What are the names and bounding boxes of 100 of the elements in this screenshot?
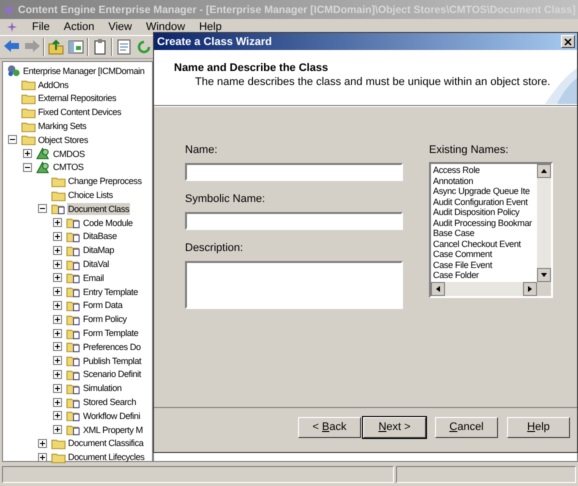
list-item[interactable]: Access Role <box>433 165 537 176</box>
tree-item[interactable]: AddOns <box>37 78 70 91</box>
scroll-up-icon[interactable] <box>537 164 551 178</box>
expand-icon[interactable] <box>53 328 62 338</box>
wizard-button[interactable]: Cancel <box>435 416 498 438</box>
list-item[interactable]: Audit Disposition Policy <box>433 207 537 218</box>
list-item[interactable]: Audit Configuration Event <box>433 196 537 207</box>
tree-item[interactable]: DitaVal <box>82 258 110 270</box>
tree-item[interactable]: DitaBase <box>82 230 118 242</box>
list-item[interactable]: Case Folder <box>433 270 537 280</box>
field-label: Name: <box>185 144 218 156</box>
expand-icon[interactable] <box>23 149 32 158</box>
view-pane-button[interactable] <box>67 38 85 56</box>
tree-item[interactable]: CMDOS <box>52 148 86 160</box>
wizard-button[interactable]: < Back <box>298 416 361 438</box>
names-listbox[interactable]: Access Role Annotation Async Upgrade Queue Ite Audit Configuration Event Audit Disposition Policy Audit Processing Bookmar Base Case Cancel Checkout Event Case Comment Case File Event Case Folder <box>429 162 553 298</box>
tree-item[interactable]: Choice Lists <box>67 189 114 202</box>
vertical-scrollbar[interactable] <box>537 164 551 282</box>
menu-item[interactable]: File <box>32 21 50 33</box>
expand-icon[interactable] <box>53 356 62 366</box>
menu-item[interactable]: Window <box>146 21 186 33</box>
tree-item[interactable]: Form Template <box>82 327 140 340</box>
tree-item[interactable]: Object Stores <box>37 134 89 146</box>
expand-icon[interactable] <box>53 398 62 407</box>
app-menu-icon[interactable] <box>6 21 18 33</box>
menu-item[interactable]: Help <box>199 21 222 33</box>
wizard-button[interactable]: Help <box>507 416 570 438</box>
tree-item[interactable]: Document Lifecycles <box>67 451 146 464</box>
tree-item[interactable]: CMTOS <box>52 161 85 174</box>
tree-item[interactable]: Fixed Content Devices <box>37 106 122 118</box>
tree-item[interactable]: Marking Sets <box>37 120 88 132</box>
tree-item[interactable]: DitaMap <box>82 244 116 256</box>
tree-item[interactable]: Simulation <box>82 382 123 394</box>
list-item[interactable]: Async Upgrade Queue Ite <box>433 186 537 196</box>
scroll-left-icon[interactable] <box>431 282 445 296</box>
list-item[interactable]: Annotation <box>433 176 537 186</box>
list-label: Existing Names: <box>429 144 510 156</box>
expand-icon[interactable] <box>53 384 62 393</box>
tree-item[interactable]: Enterprise Manager [ICMDomain <box>22 64 146 77</box>
folder-icon <box>21 78 36 92</box>
expand-icon[interactable] <box>53 342 62 352</box>
list-item[interactable]: Case Comment <box>433 249 537 260</box>
tree-item[interactable]: Email <box>82 272 105 284</box>
close-icon <box>564 38 572 46</box>
list-item[interactable]: Audit Processing Bookmar <box>433 218 537 228</box>
expand-icon[interactable] <box>53 260 62 269</box>
tree-item[interactable]: Preferences Do <box>82 340 142 353</box>
tree-item[interactable]: Code Module <box>82 216 134 229</box>
document-button[interactable] <box>115 38 133 56</box>
collapse-icon[interactable] <box>38 204 47 214</box>
pyramid-icon <box>36 147 51 160</box>
expand-icon[interactable] <box>53 287 62 296</box>
tree-item[interactable]: Publish Templat <box>82 354 142 367</box>
folder-up-icon <box>47 38 65 56</box>
class-folder-icon <box>66 409 81 422</box>
expand-icon[interactable] <box>53 370 62 379</box>
scroll-right-icon[interactable] <box>523 282 537 296</box>
tree-item[interactable]: Document Class <box>67 202 130 215</box>
list-item[interactable]: Cancel Checkout Event <box>433 238 537 249</box>
expand-icon[interactable] <box>53 314 62 324</box>
tree-item[interactable]: Workflow Defini <box>82 410 142 422</box>
document-icon <box>115 38 133 56</box>
list-item[interactable]: Base Case <box>433 228 537 238</box>
expand-icon[interactable] <box>38 438 47 448</box>
expand-icon[interactable] <box>53 425 62 434</box>
scroll-down-icon[interactable] <box>537 268 551 282</box>
expand-icon[interactable] <box>38 452 47 462</box>
collapse-icon[interactable] <box>23 162 32 172</box>
expand-icon[interactable] <box>53 232 62 241</box>
tree-item[interactable]: Stored Search <box>82 396 137 408</box>
menu-item[interactable]: Action <box>64 21 94 33</box>
tree-item[interactable]: External Repositories <box>37 92 118 104</box>
list-item[interactable]: Case File Event <box>433 260 537 270</box>
class-folder-icon <box>66 354 81 368</box>
tree-item[interactable]: Change Preprocess <box>67 175 143 188</box>
horizontal-scrollbar[interactable] <box>431 282 537 296</box>
tree-item[interactable]: Form Data <box>82 299 124 312</box>
tree-item[interactable]: Document Classifica <box>67 437 144 450</box>
tree-item[interactable]: Entry Template <box>82 286 139 298</box>
menu-item[interactable]: View <box>108 21 132 33</box>
collapse-icon[interactable] <box>8 135 17 144</box>
close-button[interactable] <box>561 35 575 48</box>
tree-item[interactable]: Scenario Definit <box>82 368 142 380</box>
tree-item[interactable]: XML Property M <box>82 424 144 436</box>
wizard-button[interactable]: Next > <box>363 416 426 438</box>
description-field[interactable] <box>185 261 403 309</box>
expand-icon[interactable] <box>53 246 62 255</box>
expand-icon[interactable] <box>53 273 62 282</box>
scrollbar-corner <box>537 282 551 296</box>
expand-icon[interactable] <box>53 411 62 420</box>
folder-up-button[interactable] <box>47 38 65 56</box>
class-folder-icon <box>66 216 81 230</box>
input-field[interactable] <box>185 163 403 181</box>
app-icon <box>3 4 15 16</box>
wizard-heading: Name and Describe the Class <box>174 62 330 74</box>
tree-item[interactable]: Form Policy <box>82 313 128 326</box>
input-field[interactable] <box>185 212 403 230</box>
expand-icon[interactable] <box>53 300 62 310</box>
field-label: Symbolic Name: <box>185 193 266 205</box>
expand-icon[interactable] <box>53 218 62 228</box>
